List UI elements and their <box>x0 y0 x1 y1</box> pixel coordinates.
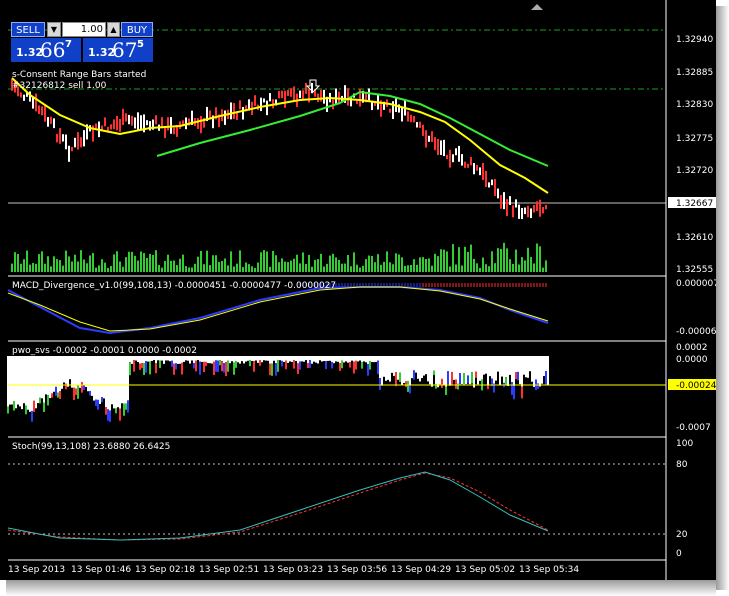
lot-increase-button[interactable]: ▲ <box>107 22 120 37</box>
time-tick: 13 Sep 01:46 <box>71 565 131 575</box>
macd-axis-tick: 0.0000073 <box>676 279 716 289</box>
price-tick: 1.32940 <box>676 35 713 45</box>
chart-note-order: #32126812 sell 1.00 <box>12 81 107 91</box>
time-tick: 13 Sep 2013 <box>8 565 65 575</box>
macd-axis-tick: -0.000062 <box>676 327 716 337</box>
chart-window[interactable]: s-Consent Range Bars started #32126812 s… <box>0 0 725 580</box>
window-shadow-right <box>716 6 729 590</box>
time-tick: 13 Sep 02:51 <box>199 565 259 575</box>
volume-bars <box>11 242 547 272</box>
pwo-current-label: -0.00024 <box>676 381 716 391</box>
lot-dropdown-button[interactable]: ▼ <box>47 22 61 37</box>
time-tick: 13 Sep 05:02 <box>455 565 515 575</box>
price-tick: 1.32720 <box>676 166 713 176</box>
pwo-axis-tick: 0.0000 <box>676 355 708 365</box>
buy-price-button[interactable]: 1.32 67 5 <box>83 38 153 62</box>
buy-price-pips: 67 <box>112 38 138 62</box>
stoch-axis-tick: 100 <box>676 439 693 449</box>
sell-price-button[interactable]: 1.32 66 7 <box>11 38 81 62</box>
one-click-trading-panel: SELL ▼ 1.00 ▲ BUY 1.32 66 7 1.32 67 5 <box>11 22 153 62</box>
sell-button[interactable]: SELL <box>11 22 45 37</box>
chart-canvas[interactable]: s-Consent Range Bars started #32126812 s… <box>0 0 725 580</box>
macd-main-line <box>7 286 549 335</box>
pwo-axis-tick: 0.0002 <box>676 343 708 353</box>
pwo-indicator-label: pwo_svs -0.0002 -0.0001 0.0000 -0.0002 <box>12 346 197 356</box>
macd-signal-line <box>7 286 549 332</box>
macd-panel[interactable]: MACD_Divergence_v1.0(99,108,13) -0.00004… <box>7 279 725 337</box>
lot-size-input[interactable]: 1.00 <box>62 22 106 37</box>
price-tick: 1.32830 <box>676 100 713 110</box>
price-tick: 1.32555 <box>676 265 713 275</box>
stoch-signal-line <box>7 472 549 541</box>
stoch-panel[interactable]: Stoch(99,13,108) 23.6880 26.6425 100 80 … <box>7 439 693 559</box>
stoch-indicator-label: Stoch(99,13,108) 23.6880 26.6425 <box>12 442 170 452</box>
chart-shift-marker <box>531 4 543 10</box>
price-axis[interactable]: 1.32940 1.32885 1.32830 1.32775 1.32720 … <box>668 35 716 275</box>
sell-price-fraction: 7 <box>65 39 72 50</box>
macd-histogram <box>299 283 547 287</box>
stoch-axis-tick: 0 <box>676 549 682 559</box>
window-shadow-bottom <box>6 580 716 596</box>
time-tick: 13 Sep 02:18 <box>135 565 195 575</box>
current-price-label: 1.32667 <box>676 199 713 209</box>
buy-button[interactable]: BUY <box>121 22 153 37</box>
price-tick: 1.32885 <box>676 68 713 78</box>
price-tick: 1.32775 <box>676 134 713 144</box>
chevron-down-icon: ▼ <box>50 25 58 34</box>
buy-price-fraction: 5 <box>137 39 144 50</box>
time-tick: 13 Sep 03:23 <box>263 565 323 575</box>
time-tick: 13 Sep 05:34 <box>519 565 579 575</box>
pwo-axis-tick: -0.0007 <box>676 423 711 433</box>
stoch-axis-tick: 20 <box>676 530 688 540</box>
macd-indicator-label: MACD_Divergence_v1.0(99,108,13) -0.00004… <box>12 281 336 291</box>
pwo-histogram <box>7 356 549 423</box>
chart-note-started: s-Consent Range Bars started <box>12 70 146 80</box>
stoch-main-line <box>7 471 549 541</box>
stoch-axis-tick: 80 <box>676 460 688 470</box>
price-tick: 1.32610 <box>676 233 713 243</box>
time-tick: 13 Sep 04:29 <box>391 565 451 575</box>
sell-price-pips: 66 <box>40 38 66 62</box>
pwo-panel[interactable]: pwo_svs -0.0002 -0.0001 0.0000 -0.0002 0… <box>7 343 717 433</box>
chevron-up-icon: ▲ <box>110 25 117 34</box>
time-tick: 13 Sep 03:56 <box>327 565 387 575</box>
price-bars <box>11 78 547 220</box>
time-axis[interactable]: 13 Sep 2013 13 Sep 01:46 13 Sep 02:18 13… <box>8 565 579 575</box>
